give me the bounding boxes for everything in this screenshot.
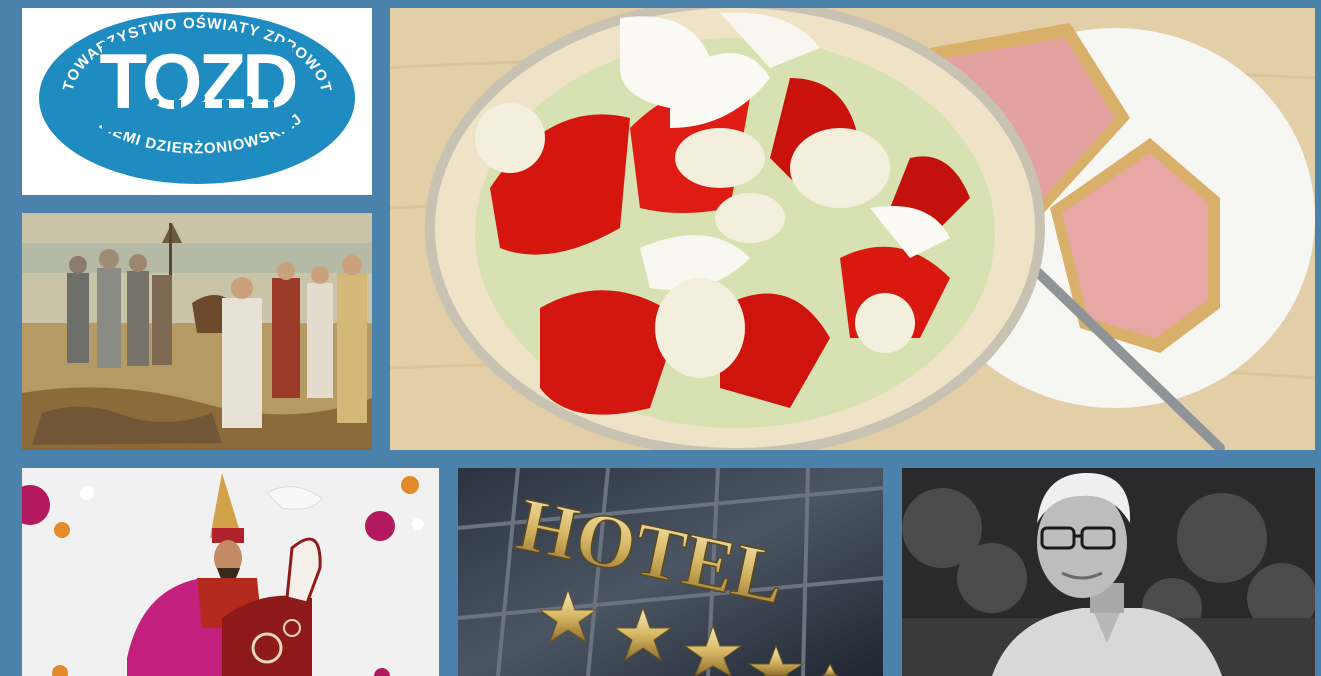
historical-painting-tile xyxy=(22,213,372,450)
tozd-logo-tile: TOWARZYSTWO OŚWIATY ZDROWOTNE ZIEMI DZIE… xyxy=(22,8,372,195)
tozd-logo: TOWARZYSTWO OŚWIATY ZDROWOTNE ZIEMI DZIE… xyxy=(22,8,355,184)
logo-acronym: TOZD xyxy=(100,37,297,125)
historical-painting xyxy=(22,213,372,450)
elderly-man-portrait-tile xyxy=(902,468,1315,676)
hotel-building-photo: HOTEL xyxy=(458,468,883,676)
salad-photo xyxy=(390,8,1315,450)
hotel-sign-tile: HOTEL xyxy=(458,468,883,676)
lajkonik-photo xyxy=(22,468,439,676)
salad-and-sandwich-photo-tile xyxy=(390,8,1315,450)
portrait-photo xyxy=(902,468,1315,676)
lajkonik-figure-tile xyxy=(22,468,439,676)
